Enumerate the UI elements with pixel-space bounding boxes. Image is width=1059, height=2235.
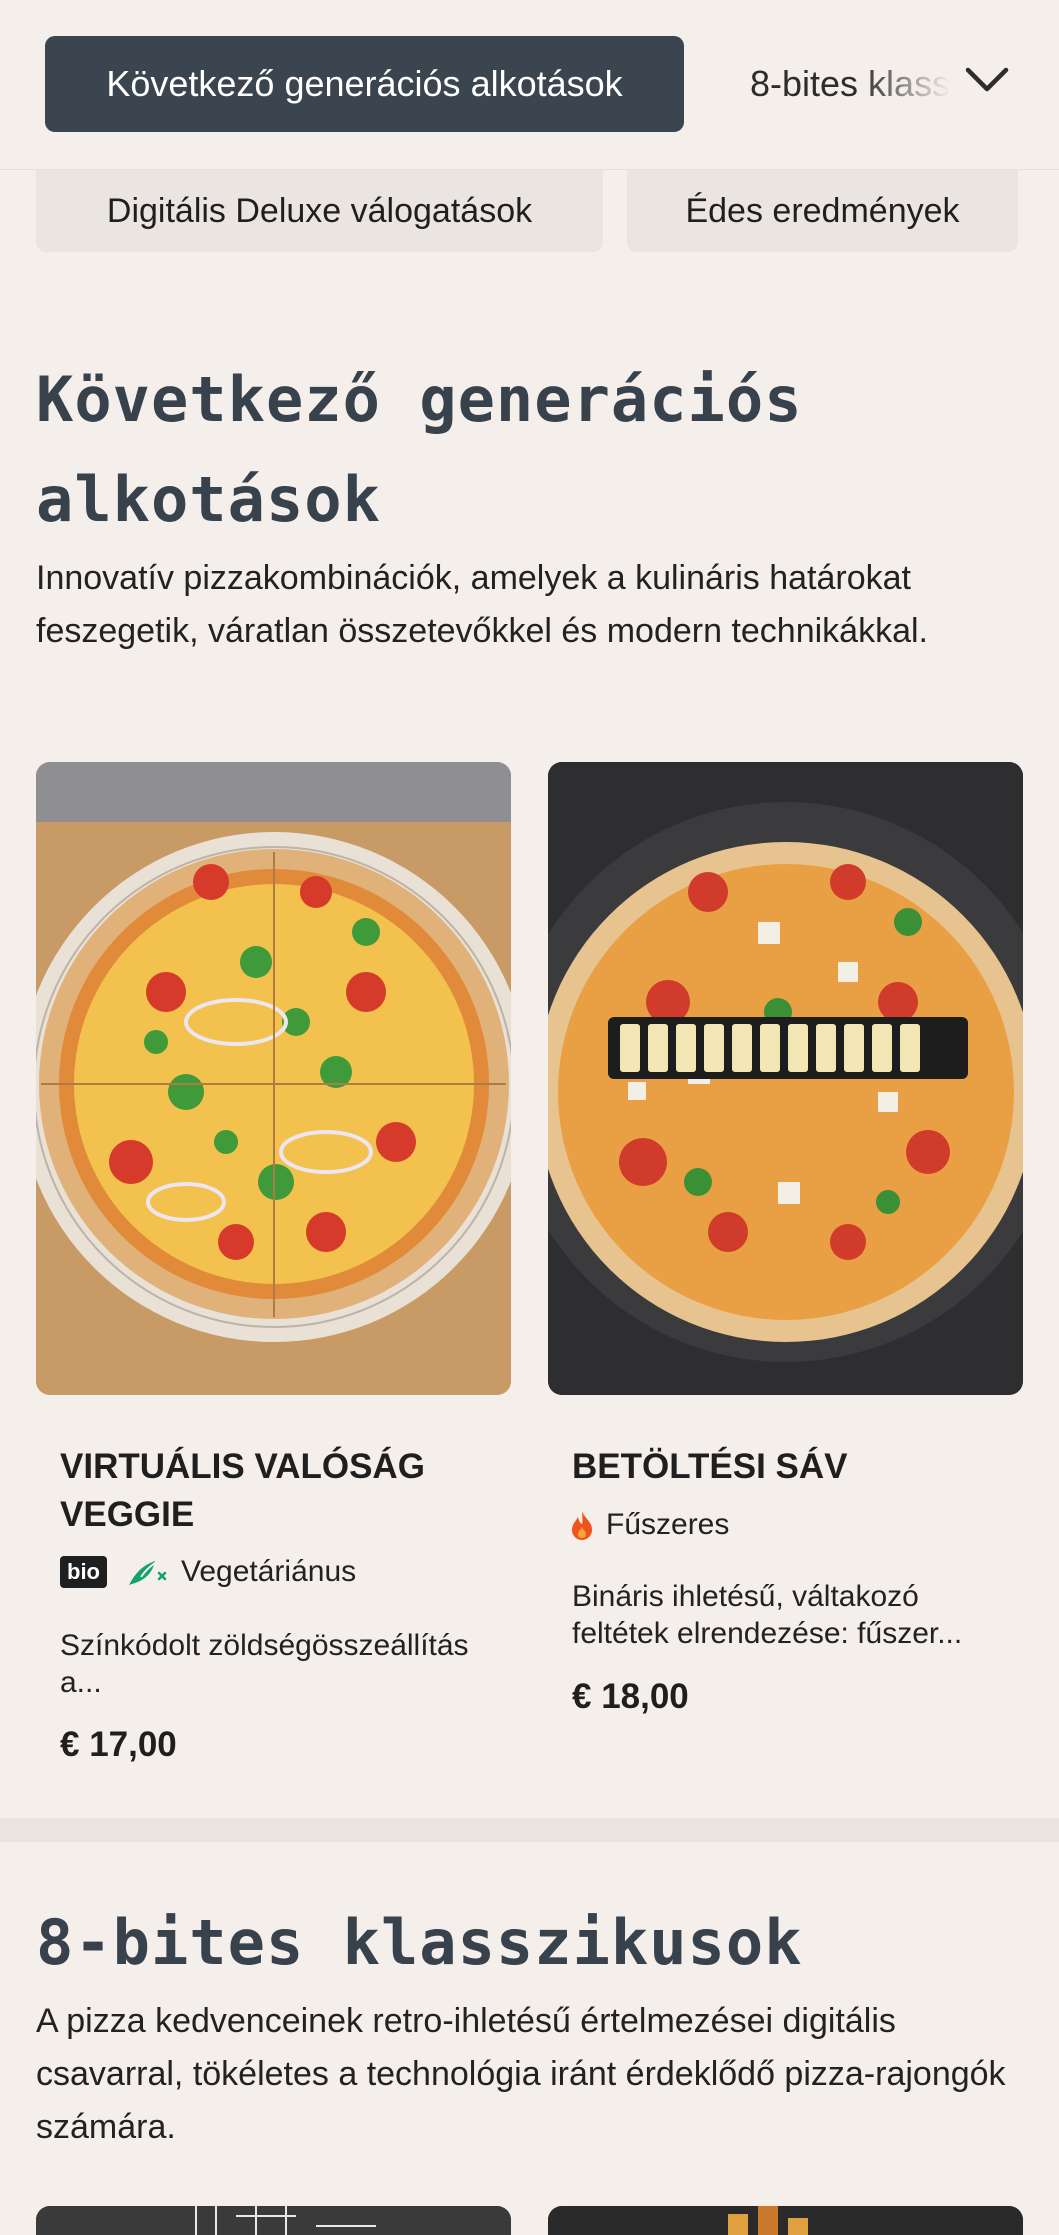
vegetarian-leaf-icon [125, 1555, 169, 1589]
pizza-image-vr-veggie[interactable] [36, 762, 511, 1395]
pizza-image-loading-bar[interactable] [548, 762, 1023, 1395]
pizza-image-8bit-2[interactable] [548, 2206, 1023, 2235]
product-description-loading-bar: Bináris ihletésű, váltakozó feltétek elr… [572, 1580, 963, 1650]
section-title-next-gen: Következő generációs alkotások [36, 363, 803, 536]
section-title-8bit: 8-bites klasszikusok [36, 1906, 803, 1979]
product-tags-loading-bar: Fűszeres [570, 1508, 729, 1542]
tag-vegetarian: Vegetáriánus [181, 1555, 357, 1588]
section-description-8bit: A pizza kedvenceinek retro-ihletésű érte… [36, 2002, 1006, 2146]
flame-icon [570, 1509, 594, 1541]
product-tags-vr-veggie: bio Vegetáriánus [60, 1555, 356, 1589]
tab-next-gen[interactable]: Következő generációs alkotások [45, 36, 684, 132]
tag-spicy: Fűszeres [606, 1508, 730, 1541]
chevron-down-icon[interactable] [962, 55, 1012, 105]
tab-sweet-results[interactable]: Édes eredmények [627, 170, 1018, 252]
product-price-loading-bar: € 18,00 [572, 1677, 689, 1716]
product-name-vr-veggie[interactable]: VIRTUÁLIS VALÓSÁG VEGGIE [60, 1443, 480, 1539]
section-description-next-gen: Innovatív pizzakombinációk, amelyek a ku… [36, 559, 929, 650]
pizza-image-8bit-1[interactable] [36, 2206, 511, 2235]
product-description-vr-veggie: Színkódolt zöldségösszeállítás a... [60, 1629, 469, 1699]
section-divider [0, 1818, 1059, 1842]
product-name-loading-bar[interactable]: BETÖLTÉSI SÁV [572, 1443, 992, 1491]
tab-digital-deluxe[interactable]: Digitális Deluxe válogatások [36, 170, 603, 252]
tab-8bit-classics[interactable]: 8-bites klasszikusok [750, 36, 950, 132]
product-price-vr-veggie: € 17,00 [60, 1725, 177, 1764]
bio-badge: bio [60, 1556, 107, 1588]
category-nav: Következő generációs alkotások 8-bites k… [0, 0, 1059, 170]
